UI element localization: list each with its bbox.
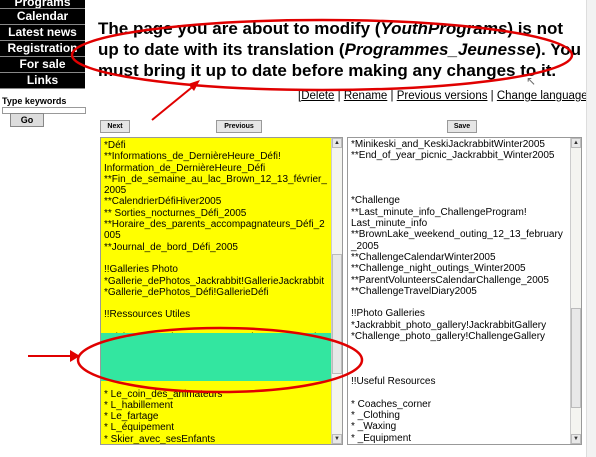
- scroll-thumb[interactable]: [332, 254, 342, 374]
- scroll-up-icon[interactable]: ▲: [571, 138, 581, 148]
- keywords-label: Type keywords: [2, 96, 67, 106]
- heading-translation-name: Programmes_Jeunesse: [344, 40, 536, 59]
- heading-page-name: YouthPrograms: [380, 19, 508, 38]
- translation-text: *Défi **Informations_de_DernièreHeure_Dé…: [104, 140, 327, 445]
- left-scrollbar[interactable]: ▲ ▼: [331, 138, 342, 444]
- annotation-arrowhead-heading: [188, 80, 200, 91]
- annotation-arrow-heading: [151, 83, 197, 121]
- translation-textarea[interactable]: *Défi **Informations_de_DernièreHeure_Dé…: [100, 137, 343, 445]
- links-separator: |: [487, 90, 497, 102]
- previous-button[interactable]: Previous: [216, 120, 262, 133]
- right-scrollbar[interactable]: ▲ ▼: [570, 138, 581, 444]
- nav-item-programs[interactable]: Programs: [0, 0, 85, 9]
- next-button[interactable]: Next: [100, 120, 130, 133]
- nav-item-latest-news[interactable]: Latest news: [0, 25, 85, 41]
- sidebar-nav: Programs Calendar Latest news Registrati…: [0, 0, 85, 89]
- scroll-down-icon[interactable]: ▼: [332, 434, 342, 444]
- scroll-thumb[interactable]: [571, 308, 581, 408]
- go-button[interactable]: Go: [10, 113, 44, 127]
- source-text: *Minikeski_and_KeskiJackrabbitWinter2005…: [351, 139, 563, 444]
- mouse-cursor-icon: ↖: [526, 74, 537, 88]
- nav-item-calendar[interactable]: Calendar: [0, 9, 85, 25]
- delete-link[interactable]: Delete: [301, 90, 334, 102]
- links-separator: |: [334, 90, 344, 102]
- annotation-arrowhead-text: [70, 350, 80, 362]
- heading-part1: The page you are about to modify (: [98, 19, 381, 38]
- nav-item-registration[interactable]: Registration: [0, 41, 85, 57]
- window-scrollbar[interactable]: [586, 0, 596, 457]
- save-button[interactable]: Save: [447, 120, 477, 133]
- source-textarea[interactable]: *Minikeski_and_KeskiJackrabbitWinter2005…: [347, 137, 582, 445]
- new-text-highlight: [101, 333, 331, 381]
- scroll-down-icon[interactable]: ▼: [571, 434, 581, 444]
- nav-item-links[interactable]: Links: [0, 73, 85, 89]
- action-links: [Delete | Rename | Previous versions | C…: [298, 90, 591, 102]
- scroll-up-icon[interactable]: ▲: [332, 138, 342, 148]
- warning-heading: The page you are about to modify (YouthP…: [98, 18, 588, 81]
- change-language-link[interactable]: Change language: [497, 90, 588, 102]
- links-separator: |: [387, 90, 397, 102]
- nav-item-for-sale[interactable]: For sale: [0, 57, 85, 73]
- rename-link[interactable]: Rename: [344, 90, 387, 102]
- previous-versions-link[interactable]: Previous versions: [397, 90, 488, 102]
